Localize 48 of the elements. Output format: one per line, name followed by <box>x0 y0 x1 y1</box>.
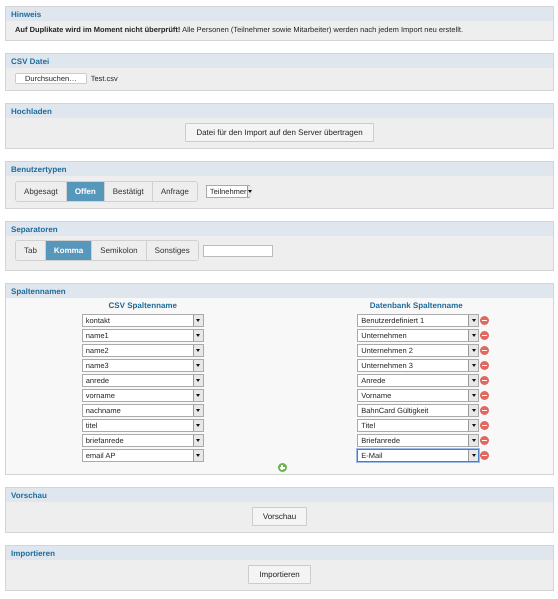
caret-icon <box>472 424 476 427</box>
panel-title: Separatoren <box>6 222 553 236</box>
preview-button[interactable]: Vorschau <box>252 507 308 526</box>
segment-tab[interactable]: Sonstiges <box>146 241 198 260</box>
caret-icon <box>196 379 200 382</box>
segment-tab[interactable]: Anfrage <box>152 182 197 201</box>
panel-title: Benutzertypen <box>6 162 553 176</box>
caret-icon <box>248 190 252 193</box>
remove-icon[interactable] <box>480 346 490 355</box>
caret-icon <box>196 409 200 412</box>
panel-title: CSV Datei <box>6 54 553 68</box>
add-icon[interactable] <box>278 463 286 472</box>
caret-icon <box>196 349 200 352</box>
caret-icon <box>196 364 200 367</box>
import-button[interactable]: Importieren <box>248 565 311 584</box>
caret-icon <box>472 409 476 412</box>
caret-icon <box>472 394 476 397</box>
caret-icon <box>472 439 476 442</box>
column-heading: Datenbank Spaltenname <box>370 301 463 310</box>
caret-icon <box>196 319 200 322</box>
remove-icon[interactable] <box>480 436 490 445</box>
caret-icon <box>472 379 476 382</box>
caret-icon <box>196 424 200 427</box>
panel-title: Importieren <box>6 546 553 560</box>
caret-icon <box>196 334 200 337</box>
remove-icon[interactable] <box>480 406 490 415</box>
remove-icon[interactable] <box>480 391 490 400</box>
upload-button[interactable]: Datei für den Import auf den Server übertragen <box>185 123 374 142</box>
panel-title: Hochladen <box>6 104 553 118</box>
panel-title: Spaltennamen <box>6 284 553 298</box>
remove-icon[interactable] <box>480 361 490 370</box>
panel-title: Hinweis <box>6 7 553 21</box>
remove-icon[interactable] <box>480 421 490 430</box>
caret-icon <box>472 349 476 352</box>
remove-icon[interactable] <box>480 376 490 385</box>
column-heading: CSV Spaltenname <box>108 301 177 310</box>
panel-title: Vorschau <box>6 488 553 502</box>
caret-icon <box>472 334 476 337</box>
caret-icon <box>196 454 200 457</box>
caret-icon <box>196 394 200 397</box>
remove-icon[interactable] <box>480 451 490 460</box>
caret-icon <box>472 454 476 457</box>
caret-icon <box>196 439 200 442</box>
caret-icon <box>472 319 476 322</box>
remove-icon[interactable] <box>480 316 490 325</box>
caret-icon <box>472 364 476 367</box>
remove-icon[interactable] <box>480 331 490 340</box>
separator-field[interactable] <box>202 244 273 256</box>
